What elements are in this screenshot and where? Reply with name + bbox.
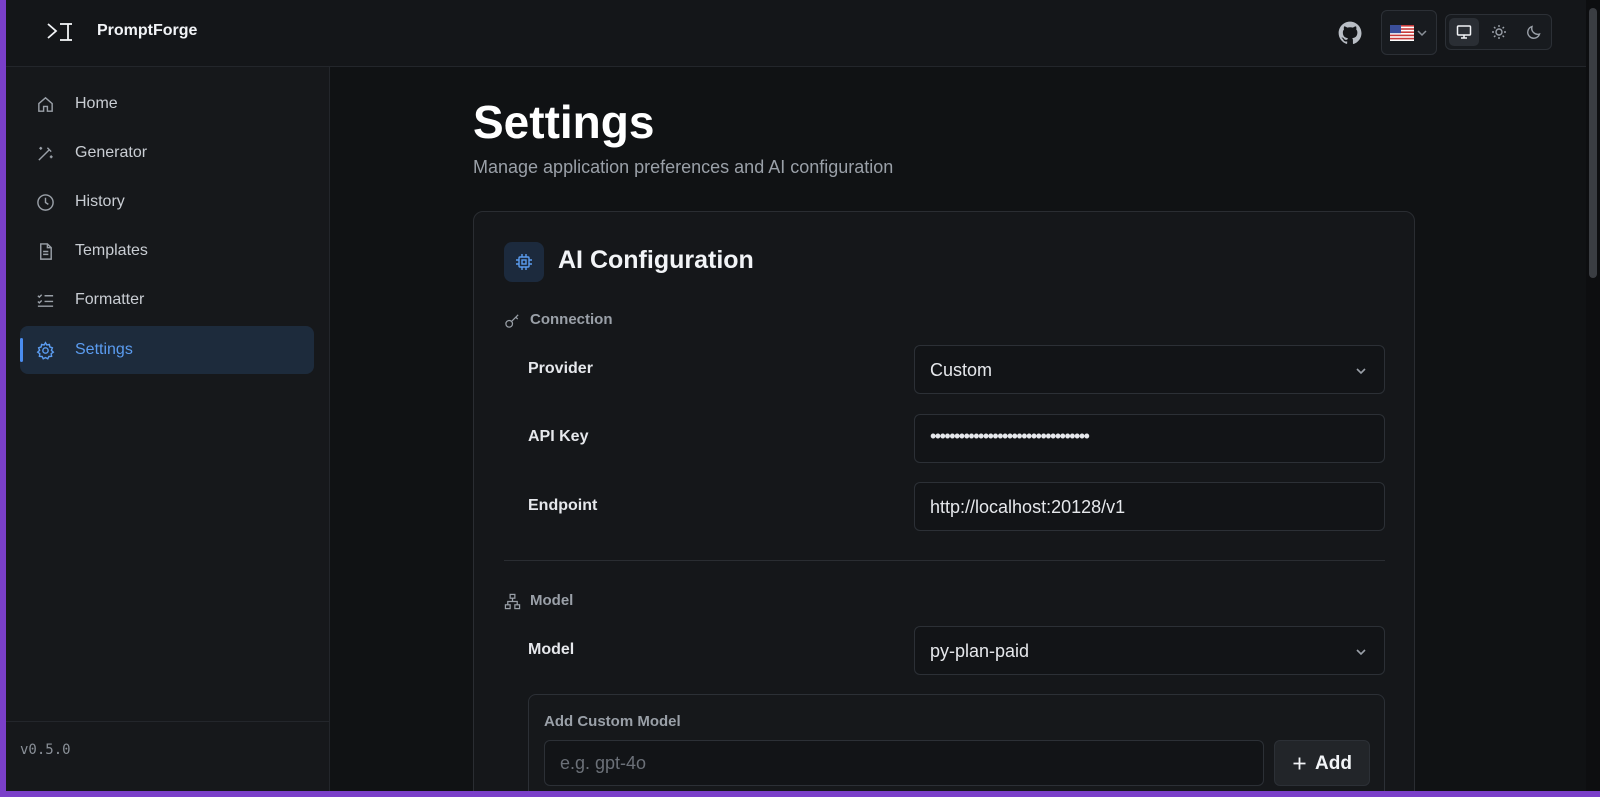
endpoint-label: Endpoint xyxy=(528,497,598,514)
top-header: PromptForge xyxy=(6,0,1600,67)
cpu-icon xyxy=(516,254,532,270)
provider-value: Custom xyxy=(930,360,993,380)
endpoint-input[interactable]: http://localhost:20128/v1 xyxy=(914,482,1385,531)
chevron-down-icon xyxy=(1356,368,1366,375)
sidebar-item-label: Settings xyxy=(75,341,133,358)
app-window: PromptForge Home Generator History Templ… xyxy=(6,0,1600,791)
add-custom-model-panel: Add Custom Model Add xyxy=(528,694,1385,791)
api-key-input[interactable]: ••••••••••••••••••••••••••••••••• xyxy=(914,414,1385,463)
page-subtitle: Manage application preferences and AI co… xyxy=(473,157,894,177)
language-selector[interactable] xyxy=(1381,10,1437,55)
sidebar-item-history[interactable]: History xyxy=(20,178,314,226)
network-icon xyxy=(504,593,521,610)
light-theme-button[interactable] xyxy=(1484,18,1514,46)
chevron-down-icon xyxy=(1356,649,1366,656)
gear-icon xyxy=(36,341,55,360)
moon-icon xyxy=(1527,25,1541,39)
home-icon xyxy=(38,96,53,112)
sidebar-item-home[interactable]: Home xyxy=(20,80,314,128)
list-check-icon xyxy=(37,294,54,307)
cpu-icon-badge xyxy=(504,242,544,282)
sidebar-item-label: Templates xyxy=(75,242,148,259)
section-divider xyxy=(504,560,1385,561)
monitor-icon xyxy=(1456,25,1472,39)
provider-select[interactable]: Custom xyxy=(914,345,1385,394)
model-select[interactable]: py-plan-paid xyxy=(914,626,1385,675)
document-icon xyxy=(40,243,52,260)
model-value: py-plan-paid xyxy=(930,641,1030,661)
sidebar-item-label: History xyxy=(75,193,125,210)
brand-name[interactable]: PromptForge xyxy=(97,22,197,40)
ai-configuration-card: AI Configuration Connection Provider Cus… xyxy=(473,211,1415,791)
terminal-logo-icon xyxy=(47,23,72,41)
clock-icon xyxy=(37,194,54,211)
add-model-button[interactable]: Add xyxy=(1274,740,1370,786)
provider-label: Provider xyxy=(528,360,593,377)
sidebar-item-settings[interactable]: Settings xyxy=(20,326,314,374)
endpoint-value: http://localhost:20128/v1 xyxy=(930,497,1126,517)
sidebar-item-templates[interactable]: Templates xyxy=(20,227,314,275)
us-flag-icon xyxy=(1390,25,1414,41)
sun-icon xyxy=(1492,25,1506,39)
theme-switcher xyxy=(1445,14,1552,50)
wand-icon xyxy=(38,146,53,161)
scrollbar-thumb[interactable] xyxy=(1589,8,1597,278)
api-key-label: API Key xyxy=(528,428,589,445)
sidebar-item-label: Formatter xyxy=(75,291,145,308)
plus-icon xyxy=(1293,757,1306,770)
app-version: v0.5.0 xyxy=(20,742,71,758)
card-title: AI Configuration xyxy=(558,246,754,274)
sidebar: Home Generator History Templates Formatt… xyxy=(6,67,330,791)
system-theme-button[interactable] xyxy=(1449,18,1479,46)
page-scrollbar[interactable] xyxy=(1586,0,1600,791)
add-custom-model-label: Add Custom Model xyxy=(544,713,681,730)
main-content: Settings Manage application preferences … xyxy=(330,67,1586,791)
active-indicator xyxy=(20,338,23,362)
sidebar-item-formatter[interactable]: Formatter xyxy=(20,276,314,324)
chevron-down-icon xyxy=(1417,30,1427,37)
model-label: Model xyxy=(528,641,575,658)
dark-theme-button[interactable] xyxy=(1519,18,1549,46)
key-icon xyxy=(505,314,519,328)
sidebar-item-generator[interactable]: Generator xyxy=(20,129,314,177)
github-icon[interactable] xyxy=(1337,20,1363,46)
sidebar-divider xyxy=(6,721,330,722)
sidebar-item-label: Generator xyxy=(75,144,148,161)
add-button-label: Add xyxy=(1315,753,1352,774)
custom-model-input[interactable] xyxy=(544,740,1264,786)
api-key-value: ••••••••••••••••••••••••••••••••• xyxy=(930,426,1090,446)
page-title: Settings xyxy=(473,96,655,148)
sidebar-item-label: Home xyxy=(75,95,118,112)
